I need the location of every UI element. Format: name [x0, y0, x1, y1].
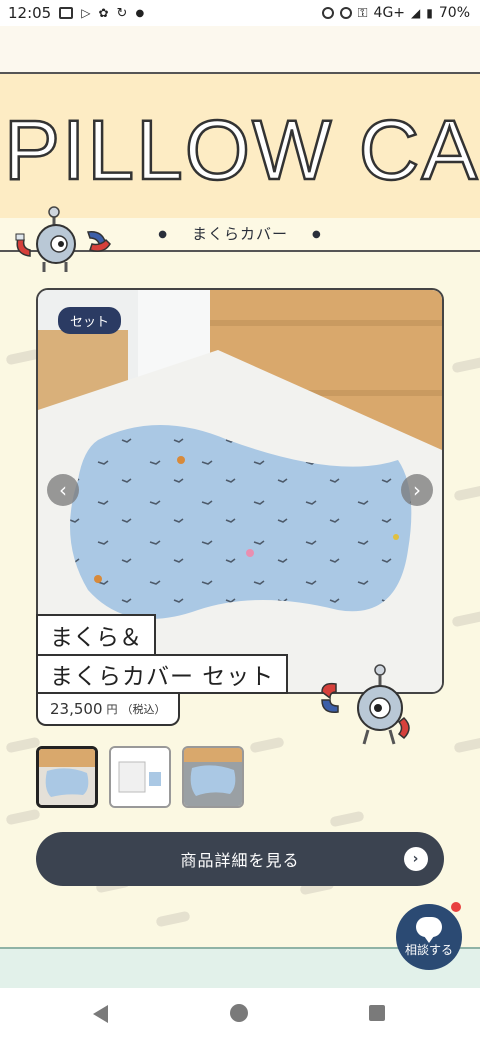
chat-bubble-icon	[416, 916, 442, 943]
status-bar: 12:05 ▷ ✿ ↻ ● ⚿ 4G+ ◢ ▮ 70%	[0, 0, 480, 26]
network-type: 4G+	[373, 5, 406, 21]
gallery-notification-icon	[59, 7, 74, 19]
product-name-line1: まくら＆	[36, 614, 156, 654]
notification-dot	[451, 902, 461, 912]
banner-subtitle: まくらカバー	[191, 225, 288, 243]
bg-motif	[5, 808, 41, 826]
subtitle-dot-right: ●	[312, 229, 322, 240]
thumb-pillow-set[interactable]	[36, 746, 98, 808]
product-name-line2: まくらカバー セット	[36, 654, 289, 694]
category-banner: PILLOW CAS	[0, 72, 480, 220]
carousel-prev-button[interactable]: ‹	[47, 474, 79, 506]
chevron-right-icon: ›	[413, 478, 421, 502]
price-unit: 円	[106, 703, 118, 716]
consult-chat-button[interactable]: 相談する	[396, 904, 462, 970]
more-notifications-icon: ●	[135, 7, 145, 19]
price-tax-label: （税込）	[121, 703, 166, 716]
carousel-next-button[interactable]: ›	[401, 474, 433, 506]
banner-title: PILLOW CAS	[3, 102, 480, 199]
price-value: 23,500	[50, 700, 103, 718]
header-strip	[0, 26, 480, 72]
subtitle-dot-left: ●	[158, 229, 168, 240]
bg-motif	[451, 356, 480, 374]
alarm-icon	[321, 7, 334, 19]
chevron-left-icon: ‹	[59, 478, 67, 502]
data-saver-icon	[339, 7, 352, 19]
chevron-right-icon: ›	[404, 847, 428, 871]
cta-label: 商品詳細を見る	[180, 851, 300, 870]
app-notification-icon: ✿	[98, 6, 109, 20]
home-icon[interactable]	[230, 1004, 248, 1022]
play-notification-icon: ▷	[81, 6, 91, 20]
bg-motif	[453, 484, 480, 502]
thumb-image	[39, 749, 95, 805]
recent-apps-icon[interactable]	[369, 1005, 385, 1021]
view-product-details-button[interactable]: 商品詳細を見る ›	[36, 832, 444, 886]
bg-motif	[329, 810, 365, 828]
bg-motif	[155, 910, 191, 928]
back-icon[interactable]	[93, 1005, 108, 1023]
system-status-icons: ⚿ 4G+ ◢ ▮ 70%	[321, 5, 470, 21]
set-badge: セット	[58, 307, 122, 334]
thumb-pillow-cover[interactable]	[182, 746, 244, 808]
key-icon: ⚿	[357, 5, 368, 21]
battery-icon: ▮	[426, 6, 433, 20]
notification-icons: ▷ ✿ ↻ ●	[59, 6, 144, 21]
bg-motif	[451, 610, 480, 628]
magnet-mascot-bottom	[321, 664, 410, 745]
thumb-pillow-package[interactable]	[109, 746, 171, 808]
magnet-mascot-top	[15, 206, 111, 272]
product-price: 23,500 円（税込）	[36, 694, 180, 726]
bg-motif	[453, 736, 480, 754]
chat-label: 相談する	[404, 942, 453, 957]
bg-motif	[249, 736, 285, 754]
battery-level: 70%	[438, 5, 470, 21]
signal-icon: ◢	[411, 6, 421, 20]
status-time: 12:05	[8, 4, 52, 22]
thumb-image	[111, 748, 169, 806]
sync-notification-icon: ↻	[116, 5, 128, 21]
thumb-image	[184, 748, 242, 806]
